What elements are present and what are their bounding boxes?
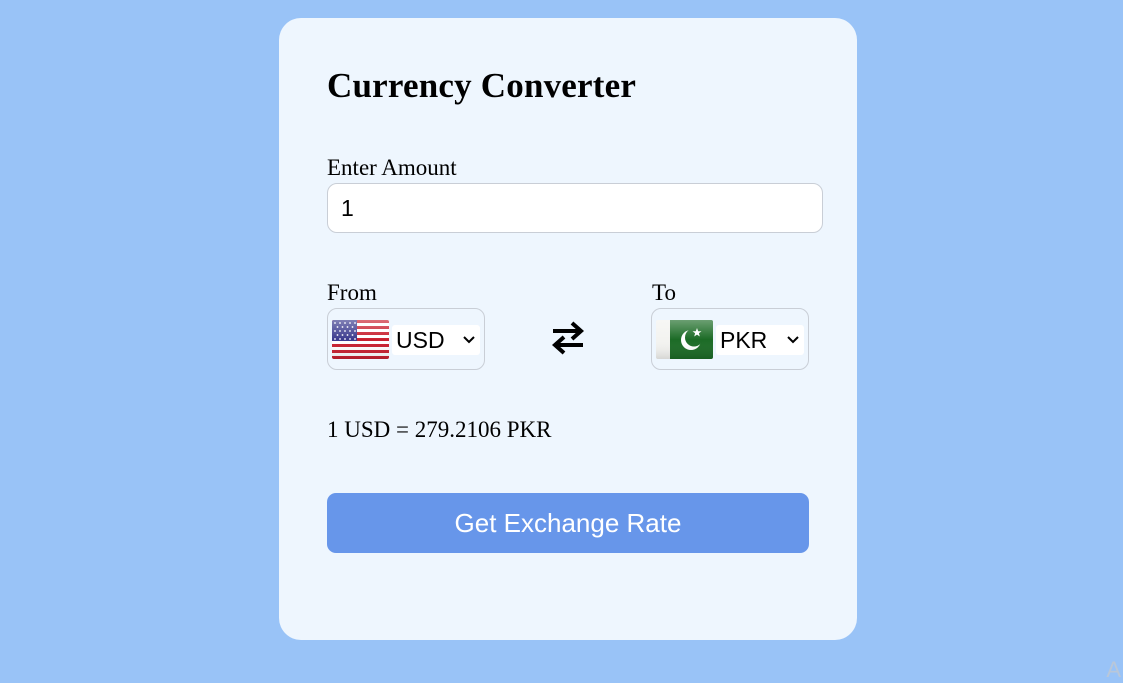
amount-label: Enter Amount [327, 155, 457, 181]
to-currency-container: PKR [651, 308, 809, 370]
from-label: From [327, 280, 377, 306]
from-currency-container: USD [327, 308, 485, 370]
get-exchange-rate-button[interactable]: Get Exchange Rate [327, 493, 809, 553]
to-currency-value: PKR [720, 325, 767, 355]
pk-flag-icon [656, 320, 713, 359]
to-label: To [652, 280, 676, 306]
from-currency-select[interactable]: USD [392, 325, 480, 355]
converter-card: Currency Converter Enter Amount From [279, 18, 857, 640]
corner-glyph: A [1106, 657, 1121, 683]
chevron-down-icon [462, 334, 476, 346]
chevron-down-icon [786, 334, 800, 346]
swap-arrows-icon[interactable] [550, 318, 586, 358]
amount-input[interactable] [327, 183, 823, 233]
page-title: Currency Converter [327, 66, 636, 106]
exchange-rate-result: 1 USD = 279.2106 PKR [327, 417, 551, 443]
us-flag-icon [332, 320, 389, 359]
from-currency-value: USD [396, 325, 445, 355]
to-currency-select[interactable]: PKR [716, 325, 804, 355]
